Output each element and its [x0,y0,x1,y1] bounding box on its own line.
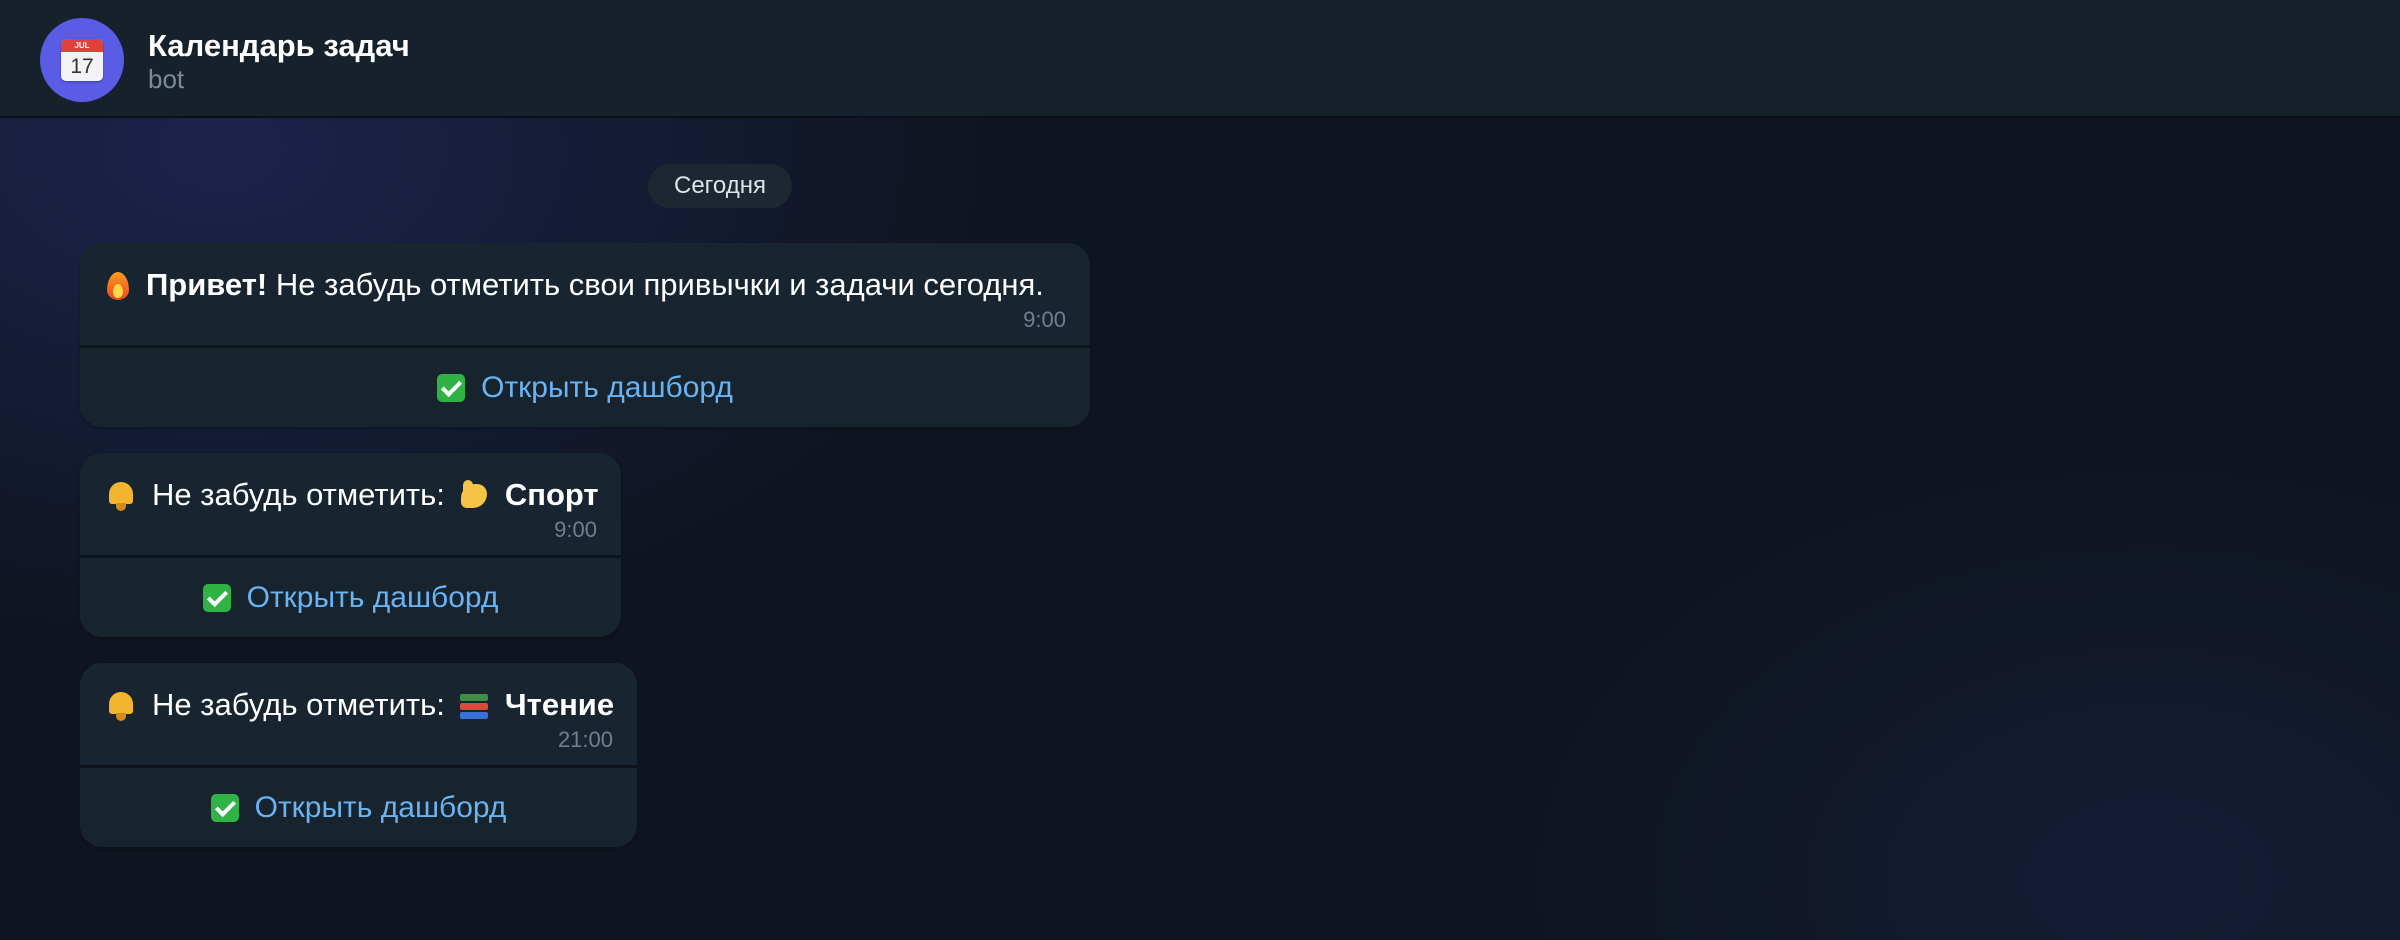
button-label: Открыть дашборд [481,370,733,404]
check-mark-icon [202,583,231,612]
message-bubble: Привет! Не забудь отметить свои привычки… [80,243,1090,427]
message-content: Не забудь отметить: [152,687,445,722]
button-label: Открыть дашборд [254,790,507,824]
check-mark-icon [210,793,239,822]
calendar-icon-month: JUL [61,39,103,52]
message-body: Не забудь отметить: Спорт 9:00 [80,453,621,555]
message-greeting: Привет! [146,267,268,302]
date-separator: Сегодня [648,164,792,208]
message-text: Не забудь отметить: Спорт [104,475,599,515]
message-text: Привет! Не забудь отметить свои привычки… [104,265,1066,305]
open-dashboard-button[interactable]: Открыть дашборд [80,345,1090,427]
chat-title[interactable]: Календарь задач [148,28,410,64]
calendar-icon: JUL 17 [61,39,103,81]
message-time: 21:00 [557,727,613,752]
bell-icon [104,688,138,722]
message-content: Не забудь отметить свои привычки и задач… [267,267,1044,302]
bell-icon [104,478,138,512]
message-body: Привет! Не забудь отметить свои привычки… [80,243,1090,345]
flexed-biceps-icon [457,478,491,512]
message-content: Не забудь отметить: [152,477,445,512]
habit-name: Чтение [504,687,615,722]
chat-header: JUL 17 Календарь задач bot [0,0,2400,118]
books-icon [457,688,491,722]
calendar-icon-day: 17 [70,55,94,78]
open-dashboard-button[interactable]: Открыть дашборд [80,765,637,847]
habit-name: Спорт [504,477,599,512]
fire-icon [104,268,132,302]
message-bubble: Не забудь отметить: Спорт 9:00 Открыть д… [80,453,621,637]
message-time: 9:00 [554,517,597,542]
message-text: Не забудь отметить: Чтение [104,685,615,725]
chat-subtitle: bot [148,64,185,94]
message-bubble: Не забудь отметить: Чтение 21:00 Открыть… [80,663,637,847]
open-dashboard-button[interactable]: Открыть дашборд [80,555,621,637]
message-time: 9:00 [1023,307,1066,332]
button-label: Открыть дашборд [246,580,499,614]
bot-avatar[interactable]: JUL 17 [40,18,124,102]
check-mark-icon [437,373,466,402]
message-body: Не забудь отметить: Чтение 21:00 [80,663,637,765]
